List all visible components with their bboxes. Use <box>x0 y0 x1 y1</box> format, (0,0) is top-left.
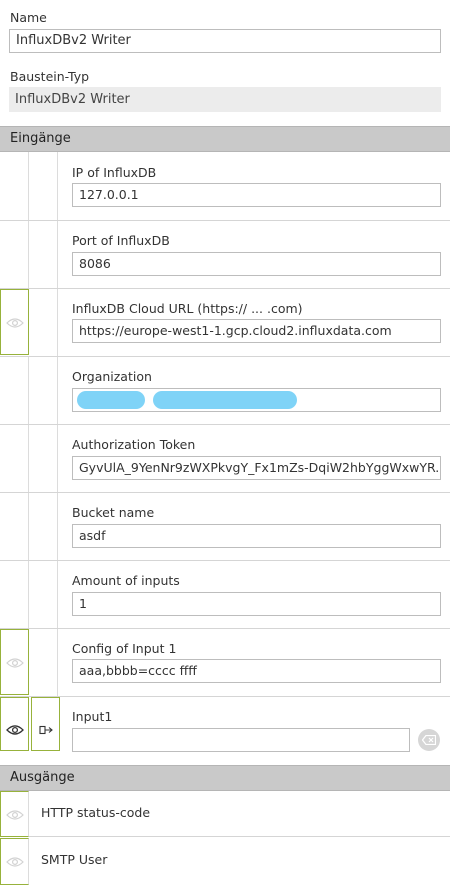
input-row-config: Config of Input 1 aaa,bbbb=cccc ffff <box>0 629 450 697</box>
row-link-cell <box>29 493 58 560</box>
visibility-toggle[interactable] <box>0 791 29 837</box>
block-type-label: Baustein-Typ <box>10 69 90 84</box>
eye-icon <box>6 658 24 668</box>
config-label: Config of Input 1 <box>72 641 177 656</box>
block-type-value: InfluxDBv2 Writer <box>9 87 441 112</box>
input1-label: Input1 <box>72 709 113 724</box>
input-row-cloud-url: InfluxDB Cloud URL (https:// ... .com) h… <box>0 289 450 357</box>
name-label: Name <box>10 10 47 25</box>
organization-label: Organization <box>72 369 152 384</box>
token-input[interactable]: GyvUlA_9YenNr9zWXPkvgY_Fx1mZs-DqiW2hbYgg… <box>72 456 441 480</box>
row-link-cell <box>29 425 58 492</box>
row-visibility-cell <box>0 221 29 288</box>
cloud-url-input[interactable]: https://europe-west1-1.gcp.cloud2.influx… <box>72 319 441 343</box>
input-row-ip: IP of InfluxDB 127.0.0.1 <box>0 152 450 221</box>
input-row-bucket: Bucket name asdf <box>0 493 450 561</box>
row-link-cell <box>29 152 58 220</box>
input-row-input1: Input1 <box>0 697 450 765</box>
input-row-token: Authorization Token GyvUlA_9YenNr9zWXPkv… <box>0 425 450 493</box>
row-link-cell <box>29 289 58 356</box>
amount-label: Amount of inputs <box>72 573 180 588</box>
output-row-smtp-user: SMTP User <box>0 838 450 885</box>
row-link-cell <box>29 221 58 288</box>
ip-input[interactable]: 127.0.0.1 <box>72 183 441 207</box>
eye-icon <box>6 857 24 867</box>
row-visibility-cell <box>0 357 29 424</box>
bucket-label: Bucket name <box>72 505 155 520</box>
link-toggle[interactable] <box>31 697 60 751</box>
port-label: Port of InfluxDB <box>72 233 170 248</box>
ip-label: IP of InfluxDB <box>72 165 157 180</box>
redaction-mark <box>77 391 145 409</box>
redaction-mark <box>153 391 297 409</box>
visibility-toggle[interactable] <box>0 289 29 355</box>
clear-button[interactable] <box>418 729 440 751</box>
input-row-port: Port of InfluxDB 8086 <box>0 221 450 289</box>
row-visibility-cell <box>0 152 29 220</box>
visibility-toggle[interactable] <box>0 629 29 695</box>
backspace-icon <box>422 735 436 745</box>
name-input[interactable]: InfluxDBv2 Writer <box>9 29 441 53</box>
config-input[interactable]: aaa,bbbb=cccc ffff <box>72 659 441 683</box>
row-link-cell <box>29 561 58 628</box>
bucket-input[interactable]: asdf <box>72 524 441 548</box>
output-row-http-status: HTTP status-code <box>0 791 450 837</box>
input-row-organization: Organization @ <box>0 357 450 425</box>
row-link-cell <box>29 629 58 696</box>
visibility-toggle[interactable] <box>0 838 29 885</box>
eye-icon <box>6 725 24 735</box>
row-visibility-cell <box>0 425 29 492</box>
input1-input[interactable] <box>72 728 410 752</box>
visibility-toggle[interactable] <box>0 697 29 751</box>
eye-icon <box>6 810 24 820</box>
outputs-section-header: Ausgänge <box>0 765 450 791</box>
eye-icon <box>6 318 24 328</box>
http-status-label: HTTP status-code <box>41 805 151 820</box>
cloud-url-label: InfluxDB Cloud URL (https:// ... .com) <box>72 301 303 316</box>
amount-input[interactable]: 1 <box>72 592 441 616</box>
row-visibility-cell <box>0 493 29 560</box>
input-row-amount: Amount of inputs 1 <box>0 561 450 629</box>
smtp-user-label: SMTP User <box>41 852 108 867</box>
link-arrow-icon <box>39 725 53 735</box>
inputs-section-header: Eingänge <box>0 126 450 152</box>
row-link-cell <box>29 357 58 424</box>
row-visibility-cell <box>0 561 29 628</box>
token-label: Authorization Token <box>72 437 196 452</box>
port-input[interactable]: 8086 <box>72 252 441 276</box>
